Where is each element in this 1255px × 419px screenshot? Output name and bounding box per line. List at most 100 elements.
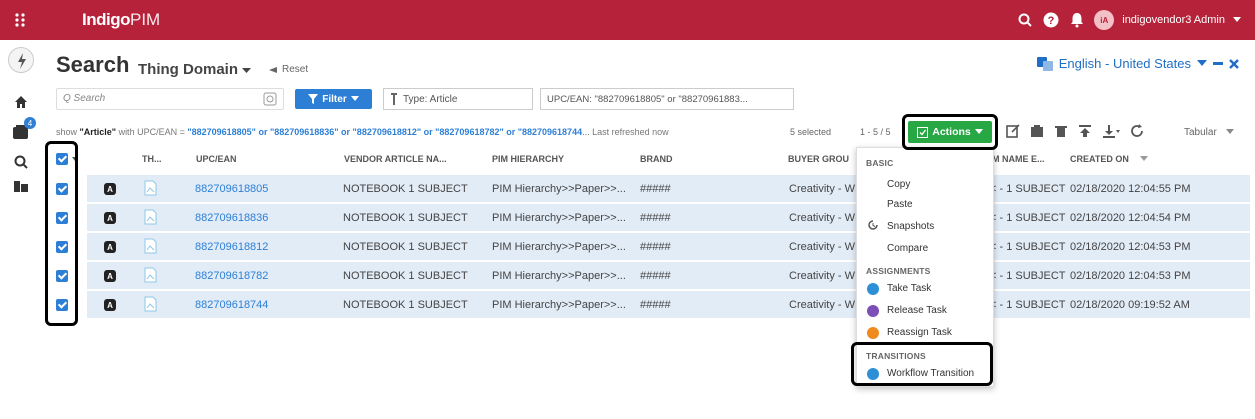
column-header[interactable]: CREATED ON: [1070, 154, 1129, 164]
column-header[interactable]: BRAND: [640, 154, 673, 164]
name-cell: < - 1 SUBJECT: [990, 299, 1066, 311]
type-filter-chip[interactable]: Type: Article: [383, 88, 533, 110]
sort-desc-icon[interactable]: [1140, 156, 1148, 162]
help-icon[interactable]: ?: [1042, 11, 1060, 29]
table-row[interactable]: 882709618805 NOTEBOOK 1 SUBJECT PIM Hier…: [87, 175, 1250, 203]
summary-suffix: ... Last refreshed now: [582, 127, 669, 137]
highlight-actions: [902, 114, 998, 150]
image-placeholder-icon[interactable]: [144, 209, 157, 225]
refresh-icon[interactable]: [1130, 124, 1144, 138]
vendor-article-cell: NOTEBOOK 1 SUBJECT: [343, 299, 468, 311]
column-header[interactable]: TH...: [142, 154, 162, 164]
language-selector[interactable]: English - United States: [1036, 56, 1239, 71]
created-on-cell: 02/18/2020 12:04:54 PM: [1070, 212, 1191, 224]
snapshot-icon: [868, 220, 878, 230]
filter-button[interactable]: Filter: [295, 89, 372, 109]
search-icon[interactable]: [1016, 11, 1034, 29]
menu-item-compare[interactable]: Compare: [887, 243, 928, 254]
funnel-icon: [308, 94, 319, 104]
buyer-group-cell: Creativity - W: [789, 241, 855, 253]
upc-cell[interactable]: 882709618805: [195, 183, 268, 195]
hierarchy-cell: PIM Hierarchy>>Paper>>...: [492, 270, 626, 282]
delete-icon[interactable]: [1054, 124, 1068, 138]
menu-item-take-task[interactable]: Take Task: [887, 283, 931, 294]
table-row[interactable]: 882709618836 NOTEBOOK 1 SUBJECT PIM Hier…: [87, 204, 1250, 232]
column-header[interactable]: PIM HIERARCHY: [492, 154, 564, 164]
view-label: Tabular: [1184, 127, 1217, 138]
chevron-down-icon: [350, 96, 359, 101]
menu-item-reassign-task[interactable]: Reassign Task: [887, 327, 952, 338]
upc-cell[interactable]: 882709618836: [195, 212, 268, 224]
created-on-cell: 02/18/2020 12:04:53 PM: [1070, 241, 1191, 253]
column-header[interactable]: BUYER GROU: [788, 154, 849, 164]
app-logo[interactable]: IndigoPIM: [82, 10, 160, 30]
avatar[interactable]: iA: [1094, 10, 1115, 30]
menu-item-snapshots[interactable]: Snapshots: [887, 221, 934, 232]
column-header[interactable]: VENDOR ARTICLE NA...: [344, 154, 447, 164]
name-cell: < - 1 SUBJECT: [990, 212, 1066, 224]
menu-item-release-task[interactable]: Release Task: [887, 305, 947, 316]
image-placeholder-icon[interactable]: [144, 238, 157, 254]
column-header[interactable]: UPC/EAN: [196, 154, 237, 164]
table-row[interactable]: 882709618782 NOTEBOOK 1 SUBJECT PIM Hier…: [87, 262, 1250, 290]
summary-prefix: show: [56, 127, 80, 137]
reset-icon: [269, 66, 277, 73]
brand-cell: #####: [640, 212, 671, 224]
selected-count: 5 selected: [790, 127, 832, 137]
camera-icon[interactable]: [263, 92, 277, 106]
column-header[interactable]: M NAME E...: [992, 154, 1045, 164]
download-icon[interactable]: [1102, 124, 1120, 138]
bell-icon[interactable]: [1068, 11, 1086, 29]
table-row[interactable]: 882709618744 NOTEBOOK 1 SUBJECT PIM Hier…: [87, 291, 1250, 319]
summary-mid: with UPC/EAN =: [116, 127, 188, 137]
vendor-article-cell: NOTEBOOK 1 SUBJECT: [343, 183, 468, 195]
notification-badge: 4: [24, 117, 36, 129]
minimize-icon[interactable]: [1213, 61, 1223, 66]
reset-button[interactable]: Reset: [268, 64, 308, 75]
vendor-article-cell: NOTEBOOK 1 SUBJECT: [343, 241, 468, 253]
page-title: Search: [56, 52, 130, 77]
vendor-icon[interactable]: [6, 174, 36, 198]
apps-grid-icon[interactable]: [14, 12, 28, 28]
created-on-cell: 02/18/2020 12:04:55 PM: [1070, 183, 1191, 195]
upc-cell[interactable]: 882709618782: [195, 270, 268, 282]
upc-filter-label: UPC/EAN: "882709618805" or "88270961883.…: [547, 93, 748, 105]
close-icon[interactable]: [1229, 58, 1239, 69]
top-bar: IndigoPIM ? iA indigovendor3 Admin: [0, 0, 1255, 40]
quick-actions-button[interactable]: [6, 47, 36, 73]
upc-filter-chip[interactable]: UPC/EAN: "882709618805" or "88270961883.…: [540, 88, 794, 110]
tasks-icon[interactable]: 4: [6, 117, 36, 144]
chevron-down-icon[interactable]: [1233, 17, 1241, 23]
hierarchy-cell: PIM Hierarchy>>Paper>>...: [492, 183, 626, 195]
edit-icon[interactable]: [1006, 124, 1020, 138]
hierarchy-cell: PIM Hierarchy>>Paper>>...: [492, 241, 626, 253]
article-type-icon: A: [104, 270, 116, 282]
search-placeholder: Q Search: [63, 93, 106, 104]
name-cell: < - 1 SUBJECT: [990, 183, 1066, 195]
created-on-cell: 02/18/2020 12:04:53 PM: [1070, 270, 1191, 282]
table-row[interactable]: 882709618812 NOTEBOOK 1 SUBJECT PIM Hier…: [87, 233, 1250, 261]
home-icon[interactable]: [6, 90, 36, 114]
summary-entity: "Article": [79, 127, 117, 137]
brand-cell: #####: [640, 183, 671, 195]
table-header: TH... UPC/EAN VENDOR ARTICLE NA... PIM H…: [50, 148, 1250, 170]
view-selector[interactable]: Tabular: [1184, 127, 1234, 138]
highlight-checkboxes: [45, 141, 78, 326]
search-input[interactable]: Q Search: [56, 88, 284, 110]
search-rail-icon[interactable]: [6, 150, 36, 174]
upload-icon[interactable]: [1078, 124, 1092, 138]
upc-cell[interactable]: 882709618812: [195, 241, 268, 253]
username-menu[interactable]: indigovendor3 Admin: [1122, 14, 1225, 26]
chevron-down-icon[interactable]: [1197, 60, 1207, 67]
menu-item-copy[interactable]: Copy: [887, 179, 910, 190]
menu-item-paste[interactable]: Paste: [887, 199, 913, 210]
image-placeholder-icon[interactable]: [144, 296, 157, 312]
transfer-icon[interactable]: [1030, 124, 1044, 138]
domain-selector[interactable]: Thing Domain: [138, 61, 252, 78]
highlight-transitions: [851, 342, 993, 386]
upc-cell[interactable]: 882709618744: [195, 299, 268, 311]
image-placeholder-icon[interactable]: [144, 180, 157, 196]
buyer-group-cell: Creativity - W: [789, 212, 855, 224]
buyer-group-cell: Creativity - W: [789, 299, 855, 311]
image-placeholder-icon[interactable]: [144, 267, 157, 283]
